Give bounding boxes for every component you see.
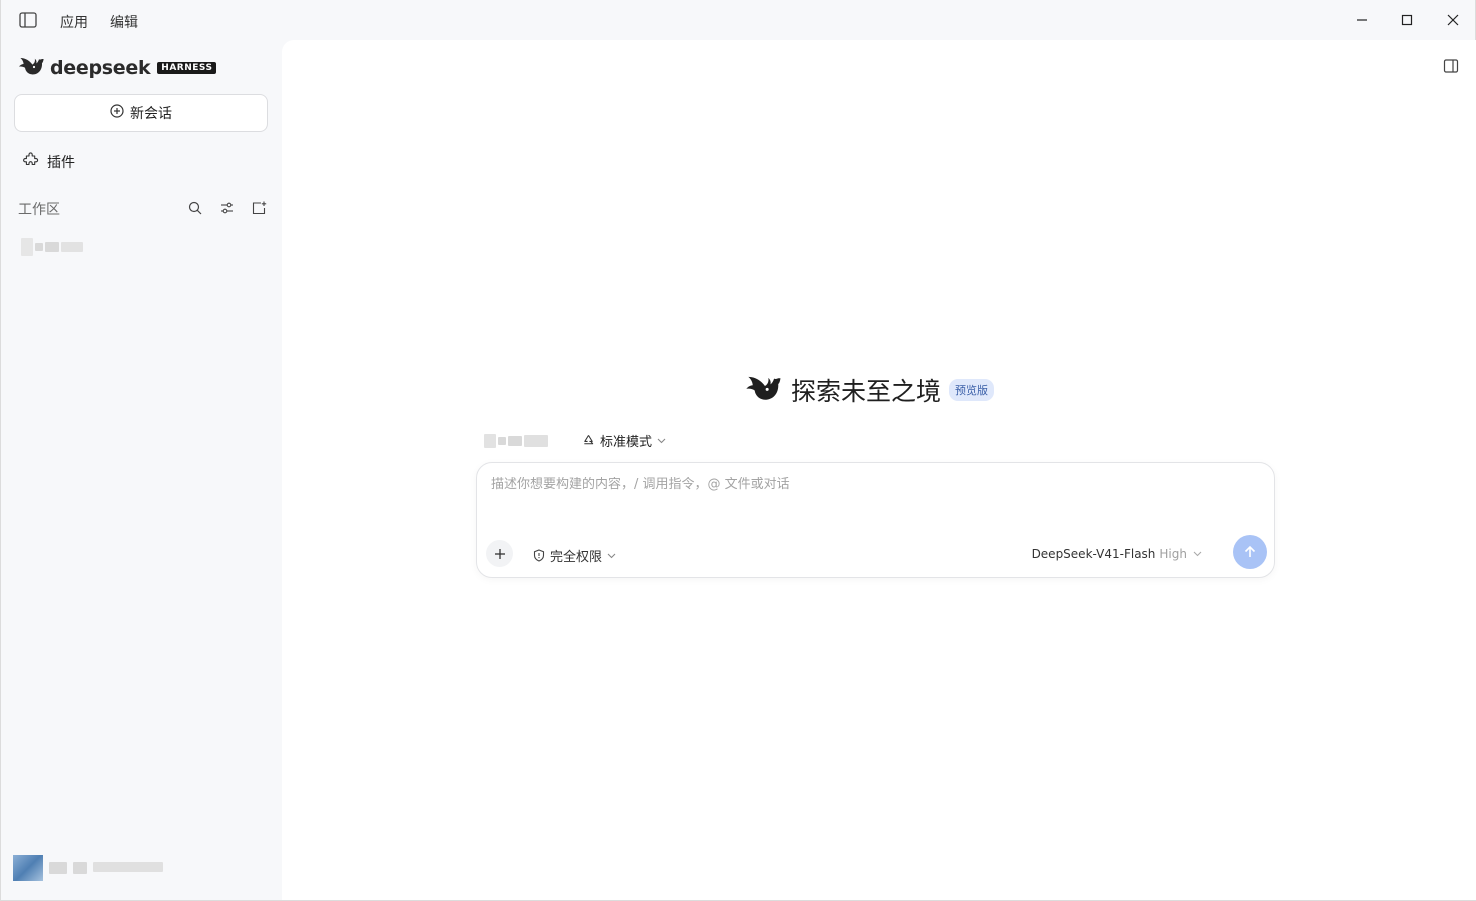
minimize-icon[interactable] — [1352, 10, 1372, 30]
app-window: 应用 编辑 deepseek HARNESS 新会话 插件 工作区 探索未至之境… — [0, 0, 1476, 901]
avatar — [13, 855, 43, 881]
logo-badge: HARNESS — [157, 62, 217, 74]
main-panel: 探索未至之境 预览版 标准模式 完全权限 — [282, 40, 1476, 900]
model-name: DeepSeek-V41-Flash — [1031, 547, 1156, 561]
recycle-icon — [584, 435, 594, 445]
redacted-block — [45, 242, 59, 252]
title-bar: 应用 编辑 — [1, 0, 1475, 40]
plus-circle-icon — [110, 104, 130, 122]
prompt-input[interactable] — [491, 477, 1251, 492]
puzzle-icon — [23, 152, 47, 172]
redacted-block — [49, 862, 67, 874]
logo-text: deepseek — [50, 57, 151, 79]
arrow-up-icon — [1244, 545, 1256, 557]
permission-label: 完全权限 — [550, 550, 603, 565]
redacted-block — [484, 433, 496, 448]
brand-logo: deepseek HARNESS — [18, 56, 217, 80]
menu-edit[interactable]: 编辑 — [110, 12, 138, 32]
sidebar-item-label: 插件 — [47, 155, 75, 171]
workspace-actions — [186, 199, 268, 217]
user-name-redacted — [49, 862, 163, 874]
user-profile[interactable] — [13, 855, 163, 881]
sidebar-item-plugins[interactable]: 插件 — [23, 152, 75, 172]
redacted-block — [73, 862, 87, 874]
send-button[interactable] — [1233, 535, 1267, 569]
project-selector-redacted[interactable] — [484, 433, 548, 449]
mode-row: 标准模式 — [484, 431, 666, 450]
hero-heading: 探索未至之境 预览版 — [745, 372, 995, 408]
close-icon[interactable] — [1443, 10, 1463, 30]
model-effort: High — [1159, 547, 1187, 561]
new-chat-label: 新会话 — [130, 106, 172, 122]
whale-logo-icon — [745, 374, 781, 406]
redacted-block — [498, 436, 506, 445]
hero-title: 探索未至之境 — [791, 377, 942, 406]
right-panel-toggle-icon[interactable] — [1443, 58, 1459, 74]
composer: 完全权限 DeepSeek-V41-Flash High — [476, 462, 1275, 578]
maximize-icon[interactable] — [1397, 10, 1417, 30]
workspace-title: 工作区 — [18, 202, 60, 218]
attach-button[interactable] — [486, 540, 513, 567]
redacted-block — [93, 862, 163, 872]
new-chat-button[interactable]: 新会话 — [14, 94, 268, 132]
redacted-block — [21, 238, 33, 256]
search-icon[interactable] — [186, 199, 204, 217]
new-folder-icon[interactable] — [250, 199, 268, 217]
plus-icon — [494, 548, 505, 559]
chevron-down-icon — [607, 553, 616, 558]
chevron-down-icon — [1193, 551, 1202, 557]
redacted-block — [35, 243, 43, 251]
preview-badge: 预览版 — [949, 379, 995, 401]
permission-dropdown[interactable]: 完全权限 — [533, 546, 616, 565]
redacted-block — [508, 435, 522, 446]
chevron-down-icon — [657, 438, 666, 443]
shield-icon — [533, 549, 545, 562]
filter-icon[interactable] — [218, 199, 236, 217]
menu-app[interactable]: 应用 — [60, 12, 88, 32]
redacted-block — [524, 434, 548, 447]
mode-label: 标准模式 — [600, 435, 653, 450]
model-dropdown[interactable]: DeepSeek-V41-Flash High — [1032, 547, 1202, 561]
sidebar: deepseek HARNESS 新会话 插件 工作区 — [1, 40, 282, 901]
redacted-block — [61, 242, 83, 252]
sidebar-toggle-icon[interactable] — [19, 12, 37, 28]
whale-logo-icon — [18, 56, 44, 80]
workspace-header: 工作区 — [18, 199, 268, 219]
workspace-item[interactable] — [21, 238, 85, 256]
mode-dropdown[interactable]: 标准模式 — [582, 431, 666, 450]
